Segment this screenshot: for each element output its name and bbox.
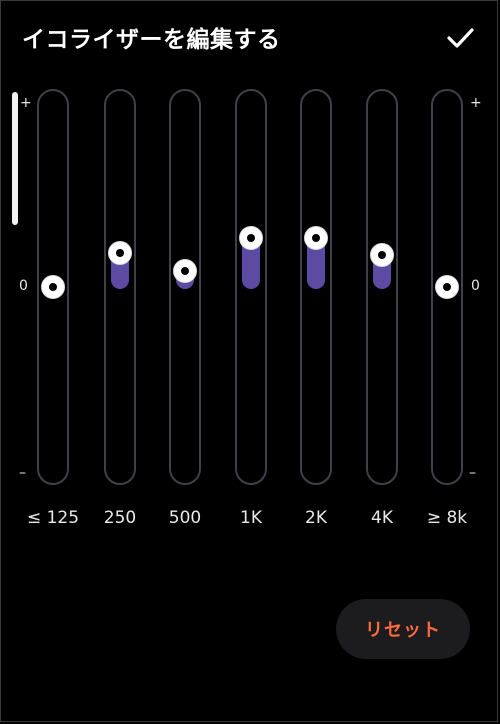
frequency-label: ≥ 8k bbox=[426, 508, 468, 528]
frequency-label: 2K bbox=[305, 508, 327, 528]
eq-slider-7[interactable] bbox=[431, 89, 463, 485]
slider-knob[interactable] bbox=[436, 276, 458, 298]
slider-knob[interactable] bbox=[42, 276, 64, 298]
scale-zero-right: 0 bbox=[471, 278, 480, 294]
slider-knob[interactable] bbox=[174, 259, 196, 282]
scale-plus-right: + bbox=[470, 95, 482, 111]
eq-slider-4[interactable] bbox=[235, 89, 267, 485]
scale-zero-left: 0 bbox=[19, 278, 28, 294]
eq-slider-1[interactable] bbox=[37, 89, 69, 485]
scale-plus-left: + bbox=[20, 95, 32, 111]
frequency-label: 250 bbox=[103, 508, 137, 528]
scale-minus-left: – bbox=[19, 465, 26, 481]
frequency-label: 500 bbox=[168, 508, 202, 528]
checkmark-icon bbox=[447, 28, 474, 48]
reset-button[interactable]: リセット bbox=[336, 599, 470, 659]
header: イコライザーを編集する bbox=[0, 0, 500, 72]
scroll-indicator[interactable] bbox=[12, 92, 18, 225]
frequency-label: 1K bbox=[240, 508, 262, 528]
scale-minus-right: – bbox=[469, 465, 476, 481]
frequency-label: ≤ 125 bbox=[26, 508, 80, 528]
page-title: イコライザーを編集する bbox=[22, 27, 281, 53]
slider-knob[interactable] bbox=[371, 243, 393, 266]
eq-slider-6[interactable] bbox=[366, 89, 398, 485]
eq-slider-3[interactable] bbox=[169, 89, 201, 485]
slider-knob[interactable] bbox=[109, 241, 131, 264]
done-button[interactable] bbox=[440, 18, 480, 58]
eq-slider-5[interactable] bbox=[300, 89, 332, 485]
eq-slider-2[interactable] bbox=[104, 89, 136, 485]
frequency-label: 4K bbox=[371, 508, 393, 528]
